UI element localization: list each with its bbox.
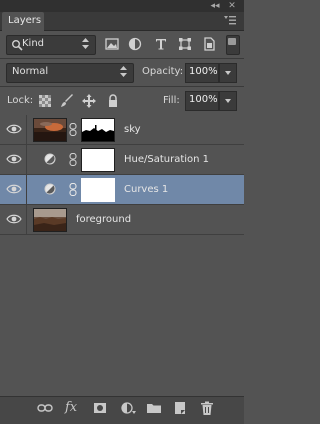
eye-icon[interactable]	[6, 183, 22, 195]
pixel-filter-icon[interactable]	[105, 37, 119, 51]
lock-label: Lock:	[7, 95, 34, 106]
layer-name: Hue/Saturation 1	[124, 154, 210, 165]
lock-position-icon[interactable]	[82, 94, 96, 108]
opacity-value: 100%	[189, 66, 218, 77]
fill-slider-button[interactable]	[219, 91, 237, 111]
collapse-panel-icon[interactable]: ◂◂	[208, 1, 222, 11]
lock-transparent-icon[interactable]	[38, 94, 52, 108]
link-mask-icon[interactable]	[69, 153, 77, 166]
smart-object-filter-icon[interactable]	[202, 37, 216, 51]
eye-icon[interactable]	[6, 213, 22, 225]
opacity-label: Opacity:	[142, 66, 184, 77]
layer-thumbnail[interactable]	[33, 118, 67, 142]
shape-filter-icon[interactable]	[178, 37, 192, 51]
tab-layers-label: Layers	[8, 15, 42, 26]
link-layers-icon[interactable]	[37, 400, 53, 416]
lock-all-icon[interactable]	[106, 94, 120, 108]
layer-mask-thumbnail[interactable]	[81, 178, 115, 202]
layer-mask-thumbnail[interactable]	[81, 148, 115, 172]
visibility-divider	[26, 145, 27, 174]
delete-layer-icon[interactable]	[199, 400, 215, 416]
adjustment-layer-icon[interactable]	[44, 183, 56, 195]
visibility-divider	[26, 175, 27, 204]
visibility-divider	[26, 115, 27, 144]
eye-icon[interactable]	[6, 153, 22, 165]
layer-row-foreground[interactable]: foreground	[0, 205, 244, 235]
layer-thumbnail[interactable]	[33, 208, 67, 232]
link-mask-icon[interactable]	[69, 123, 77, 136]
layer-name: foreground	[76, 214, 132, 225]
layer-name: sky	[124, 124, 141, 135]
eye-icon[interactable]	[6, 123, 22, 135]
fx-icon[interactable]: fx	[65, 400, 81, 416]
divider	[0, 86, 244, 87]
visibility-divider	[26, 205, 27, 234]
filter-kind-label: Kind	[22, 38, 45, 49]
adjustment-filter-icon[interactable]	[128, 37, 142, 51]
dropdown-arrows-icon	[120, 66, 127, 77]
adjustment-layer-icon[interactable]	[44, 153, 56, 165]
layer-mask-thumbnail[interactable]	[81, 118, 115, 142]
link-mask-icon[interactable]	[69, 183, 77, 196]
layer-row-curves-1[interactable]: Curves 1	[0, 175, 244, 205]
divider	[0, 58, 244, 59]
fill-label: Fill:	[163, 95, 180, 106]
dropdown-arrows-icon	[82, 38, 89, 49]
add-mask-icon[interactable]	[92, 400, 108, 416]
opacity-slider-button[interactable]	[219, 63, 237, 83]
layer-row-sky[interactable]: sky	[0, 115, 244, 145]
new-layer-icon[interactable]	[172, 400, 188, 416]
close-panel-icon[interactable]: ✕	[226, 1, 238, 11]
type-filter-icon[interactable]	[154, 37, 168, 51]
layer-name: Curves 1	[124, 184, 169, 195]
layer-row-hue-saturation-1[interactable]: Hue/Saturation 1	[0, 145, 244, 175]
new-adjustment-icon[interactable]	[120, 400, 136, 416]
new-group-icon[interactable]	[146, 400, 162, 416]
layers-list: sky Hue/Saturation 1 Curves 1 foreground	[0, 115, 244, 235]
blend-mode-value: Normal	[12, 66, 49, 77]
filter-toggle-knob	[228, 38, 236, 45]
lock-image-icon[interactable]	[60, 94, 74, 108]
fill-value: 100%	[189, 94, 218, 105]
panel-menu-icon[interactable]	[223, 15, 237, 27]
